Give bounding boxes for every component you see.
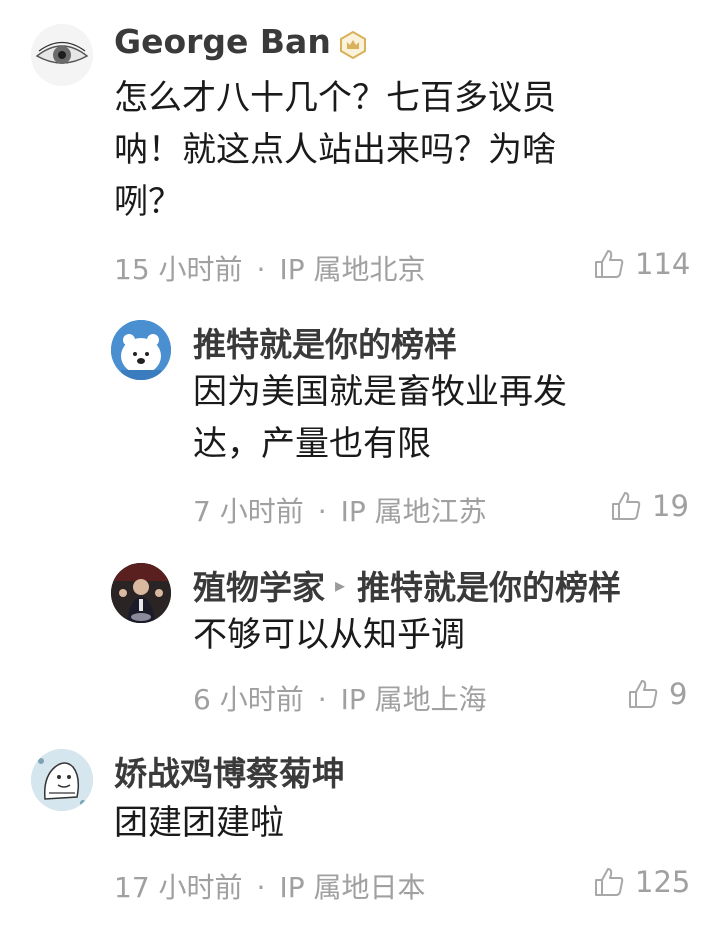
avatar[interactable] <box>111 563 171 623</box>
separator-dot: · <box>256 253 266 286</box>
text-line: 达，产量也有限 <box>193 424 431 464</box>
timestamp: 6 小时前 <box>193 683 304 716</box>
ip-location: IP 属地上海 <box>340 683 487 716</box>
thumbs-up-icon <box>595 250 624 278</box>
ip-location: IP 属地江苏 <box>340 495 487 528</box>
comment-meta: 17 小时前 · IP 属地日本 <box>114 866 425 906</box>
crown-badge-icon <box>339 28 367 59</box>
separator-dot: · <box>317 683 327 716</box>
comment-meta: 15 小时前 · IP 属地北京 <box>114 248 425 288</box>
text-line: 怎么才八十几个？七百多议员 <box>114 78 556 118</box>
like-button[interactable]: 19 <box>610 489 689 523</box>
reply-text: 因为美国就是畜牧业再发 达，产量也有限 <box>193 366 567 470</box>
reply-to-name[interactable]: 推特就是你的榜样 <box>357 561 621 609</box>
text-line: 因为美国就是畜牧业再发 <box>193 372 567 412</box>
author-name[interactable]: 推特就是你的榜样 <box>193 318 457 366</box>
separator-dot: · <box>317 495 327 528</box>
thumbs-up-icon <box>612 492 641 520</box>
like-button[interactable]: 9 <box>627 677 687 711</box>
comment-author[interactable]: George Ban <box>114 22 367 61</box>
reply-meta: 7 小时前 · IP 属地江苏 <box>193 490 487 530</box>
like-count: 19 <box>652 489 689 523</box>
thumbs-up-icon <box>595 868 624 896</box>
reply-text: 不够可以从知乎调 <box>193 609 465 661</box>
author-name[interactable]: 娇战鸡博蔡菊坤 <box>114 747 345 795</box>
like-button[interactable]: 114 <box>593 247 690 281</box>
comment-text: 团建团建啦 <box>114 797 284 849</box>
text-line: 团建团建啦 <box>114 803 284 843</box>
avatar[interactable] <box>31 749 93 811</box>
author-name[interactable]: 殖物学家 <box>193 561 325 609</box>
sketch-avatar-image <box>31 749 93 811</box>
separator-dot: · <box>256 871 266 904</box>
avatar[interactable] <box>111 320 171 380</box>
like-count: 9 <box>669 677 688 711</box>
comment-text: 怎么才八十几个？七百多议员 呐！就这点人站出来吗？为啥 咧？ <box>114 72 556 228</box>
avatar[interactable] <box>31 24 93 86</box>
timestamp: 17 小时前 <box>114 871 243 904</box>
reply-meta: 6 小时前 · IP 属地上海 <box>193 678 487 718</box>
author-name[interactable]: George Ban <box>114 22 331 61</box>
timestamp: 7 小时前 <box>193 495 304 528</box>
comment-author[interactable]: 娇战鸡博蔡菊坤 <box>114 747 345 795</box>
ip-location: IP 属地北京 <box>279 253 426 286</box>
text-line: 呐！就这点人站出来吗？为啥 <box>114 130 556 170</box>
thumbs-up-icon <box>629 680 658 708</box>
reply-author[interactable]: 推特就是你的榜样 <box>193 318 457 366</box>
text-line: 不够可以从知乎调 <box>193 615 465 655</box>
text-line: 咧？ <box>114 182 182 222</box>
reply-arrow-icon: ▸ <box>335 573 346 597</box>
bear-avatar-image <box>111 320 171 380</box>
eye-avatar-image <box>31 24 93 86</box>
photo-avatar-image <box>111 563 171 623</box>
like-button[interactable]: 125 <box>593 865 690 899</box>
like-count: 114 <box>635 247 691 281</box>
reply-author[interactable]: 殖物学家 ▸ 推特就是你的榜样 <box>193 561 621 609</box>
ip-location: IP 属地日本 <box>279 871 426 904</box>
timestamp: 15 小时前 <box>114 253 243 286</box>
like-count: 125 <box>635 865 691 899</box>
